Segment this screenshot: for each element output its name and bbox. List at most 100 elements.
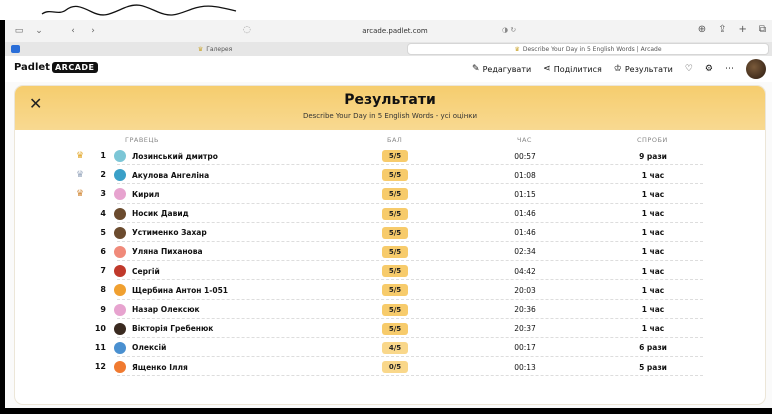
table-row: 4 Носик Давид 5/5 01:46 1 час [15, 205, 765, 224]
avatar [114, 245, 126, 258]
avatar [114, 169, 126, 182]
heart-icon[interactable]: ♡ [685, 64, 693, 74]
time-value: 01:46 [514, 209, 536, 219]
tab-overview-icon[interactable]: ⧉ [759, 24, 766, 35]
time-value: 02:34 [514, 247, 536, 257]
table-row: 8 Щербина Антон 1-051 5/5 20:03 1 час [15, 281, 765, 300]
new-tab-icon[interactable]: + [738, 24, 746, 35]
more-icon[interactable]: ⋯ [725, 64, 734, 74]
table-row: 11 Олексій 4/5 00:17 6 рази [15, 339, 765, 358]
trophy-icon: ♔ [613, 64, 622, 74]
player-name: Олексій [132, 343, 167, 353]
avatar[interactable] [746, 59, 766, 79]
row-divider [117, 240, 703, 242]
avatar [114, 207, 126, 220]
crown-icon: ♛ [76, 170, 85, 181]
photo-frame: ▭ ⌄ ‹ › ◌ arcade.padlet.com ◑ ↻ ⊕ ⇪ + ⧉ … [0, 20, 772, 414]
time-value: 00:57 [514, 151, 536, 161]
pinned-tab-icon[interactable] [11, 45, 20, 53]
time-value: 20:37 [514, 324, 536, 334]
row-divider [117, 260, 703, 262]
score-badge: 5/5 [382, 265, 408, 278]
rank: 7 [100, 266, 106, 276]
row-divider [117, 317, 703, 319]
score-badge: 5/5 [382, 303, 408, 316]
avatar [114, 150, 126, 162]
avatar [114, 322, 126, 335]
share-button[interactable]: ⋖ Поділитися [543, 64, 602, 74]
rank: 2 [100, 170, 106, 180]
avatar [114, 284, 126, 297]
chevron-down-icon[interactable]: ⌄ [33, 26, 45, 36]
rank: 5 [100, 227, 106, 237]
rank: 12 [94, 362, 106, 372]
score-badge: 5/5 [382, 226, 408, 239]
attempts-value: 1 час [641, 285, 665, 295]
results-button[interactable]: ♔ Результати [614, 64, 673, 74]
attempts-value: 1 час [641, 324, 665, 334]
padlet-favicon-icon: ♛ [514, 45, 520, 53]
table-header: ГРАВЕЦЬ БАЛ ЧАС СПРОБИ [15, 130, 765, 147]
table-body: ♛ 1 Лозинський дмитро 5/5 00:57 9 рази ♛ 2 Акуло… [15, 147, 765, 377]
rank: 4 [100, 208, 106, 218]
table-row: 10 Вікторія Гребенюк 5/5 20:37 1 час [15, 320, 765, 339]
forward-icon[interactable]: › [87, 26, 99, 36]
attempts-value: 1 час [641, 247, 665, 257]
brand-logo[interactable]: Padlet ARCADE [14, 62, 98, 73]
attempts-value: 1 час [641, 305, 665, 314]
player-name: Лозинський дмитро [132, 151, 218, 161]
score-badge: 5/5 [382, 245, 408, 258]
gear-icon[interactable]: ⚙ [705, 64, 713, 74]
rank: 11 [94, 342, 106, 352]
rank: 10 [94, 323, 106, 333]
address-bar[interactable]: arcade.padlet.com [305, 27, 485, 35]
share-icon[interactable]: ⇪ [718, 24, 726, 35]
table-row: 12 Ященко Ілля 0/5 00:13 5 рази [15, 358, 765, 377]
row-divider [117, 221, 703, 223]
rank: 6 [100, 246, 106, 256]
tab-gallery[interactable]: ♛ Галерея [25, 43, 405, 55]
back-icon[interactable]: ‹ [67, 26, 79, 36]
table-row: 6 Уляна Пиханова 5/5 02:34 1 час [15, 243, 765, 262]
rank: 3 [100, 189, 106, 199]
player-name: Сергій [132, 266, 160, 276]
tab-label: Галерея [206, 45, 233, 53]
top-margin [0, 0, 772, 20]
edit-button[interactable]: ✎ Редагувати [472, 64, 531, 74]
tab-bar: ♛ Галерея ♛ Describe Your Day in 5 Engli… [5, 42, 772, 56]
row-divider [117, 202, 703, 204]
attempts-value: 1 час [641, 266, 665, 276]
results-header: ✕ Результати Describe Your Day in 5 Engl… [15, 86, 765, 130]
table-row: ♛ 1 Лозинський дмитро 5/5 00:57 9 рази [15, 147, 765, 166]
tab-arcade[interactable]: ♛ Describe Your Day in 5 English Words |… [407, 43, 769, 55]
page-title: Результати [344, 92, 436, 108]
download-icon[interactable]: ⊕ [698, 24, 706, 35]
time-value: 00:17 [514, 343, 536, 353]
player-name: Ященко Ілля [132, 362, 188, 372]
table-row: 9 Назар Олексюк 5/5 20:36 1 час [15, 301, 765, 320]
score-badge: 5/5 [382, 207, 408, 220]
results-subtitle: Describe Your Day in 5 English Words - у… [302, 112, 478, 120]
avatar [114, 188, 126, 201]
score-badge: 5/5 [382, 150, 408, 162]
ink-scrawl [41, 4, 237, 16]
sidebar-toggle-icon[interactable]: ▭ [13, 26, 25, 36]
player-name: Кирил [132, 189, 160, 199]
header-actions: ✎ Редагувати ⋖ Поділитися ♔ Результати ♡… [472, 59, 766, 79]
player-name: Носик Давид [132, 209, 189, 219]
time-value: 00:13 [514, 362, 536, 372]
row-divider [117, 183, 703, 185]
rank: 8 [100, 285, 106, 295]
reload-icon[interactable]: ◑ ↻ [502, 26, 516, 34]
attempts-value: 1 час [641, 228, 665, 238]
browser-toolbar: ▭ ⌄ ‹ › ◌ arcade.padlet.com ◑ ↻ ⊕ ⇪ + ⧉ [5, 20, 772, 42]
player-name: Акулова Ангеліна [132, 170, 210, 180]
time-value: 01:15 [514, 189, 536, 199]
player-name: Назар Олексюк [132, 305, 200, 314]
attempts-value: 1 час [641, 170, 665, 180]
player-name: Устименко Захар [132, 228, 207, 238]
table-row: 5 Устименко Захар 5/5 01:46 1 час [15, 224, 765, 243]
pencil-icon: ✎ [472, 64, 480, 74]
player-name: Уляна Пиханова [132, 247, 203, 257]
row-divider [117, 356, 703, 358]
